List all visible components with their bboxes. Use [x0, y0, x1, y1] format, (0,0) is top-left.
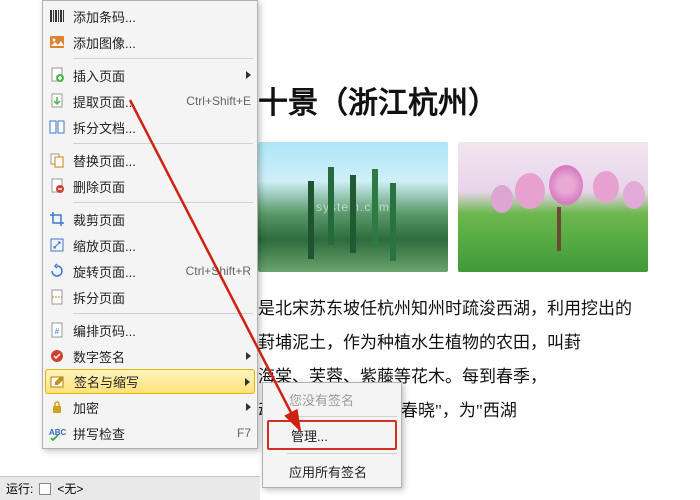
menu-split-page[interactable]: 拆分页面	[43, 284, 257, 310]
menu-label: 添加条码...	[73, 7, 251, 26]
submenu-apply-all[interactable]: 应用所有签名	[263, 457, 401, 485]
menu-add-barcode[interactable]: 添加条码...	[43, 3, 257, 29]
menu-extract-page[interactable]: 提取页面... Ctrl+Shift+E	[43, 88, 257, 114]
menu-replace-page[interactable]: 替换页面...	[43, 147, 257, 173]
menu-add-image[interactable]: 添加图像...	[43, 29, 257, 55]
delete-page-icon	[47, 176, 67, 196]
menu-separator	[287, 416, 397, 417]
photo-lake: system.com	[258, 142, 448, 272]
signature-icon	[48, 372, 68, 392]
status-run-label: 运行:	[6, 480, 33, 497]
scale-page-icon	[47, 235, 67, 255]
menu-label: 添加图像...	[73, 33, 251, 52]
extract-page-icon	[47, 91, 67, 111]
menu-label: 提取页面...	[73, 92, 178, 111]
menu-label: 拆分文档...	[73, 118, 251, 137]
signature-submenu: 您没有签名 管理... 应用所有签名	[262, 382, 402, 488]
menu-label: 签名与缩写	[74, 372, 239, 391]
menu-label: 加密	[73, 398, 240, 417]
digital-sign-icon	[47, 346, 67, 366]
split-doc-icon	[47, 117, 67, 137]
encrypt-icon	[47, 397, 67, 417]
photo-blossom	[458, 142, 648, 272]
menu-label: 裁剪页面	[73, 210, 251, 229]
page-title: 十景（浙江杭州）	[258, 78, 700, 122]
menu-page-number[interactable]: # 编排页码...	[43, 317, 257, 343]
menu-separator	[287, 453, 397, 454]
barcode-icon	[47, 6, 67, 26]
menu-shortcut: Ctrl+Shift+E	[186, 94, 251, 108]
context-menu: 添加条码... 添加图像... 插入页面 提取页面... Ctrl+Shift+…	[42, 0, 258, 449]
menu-separator	[73, 202, 253, 203]
submenu-arrow-icon	[246, 403, 251, 411]
page-number-icon: #	[47, 320, 67, 340]
menu-spellcheck[interactable]: ABC 拼写检查 F7	[43, 420, 257, 446]
replace-page-icon	[47, 150, 67, 170]
menu-label: 数字签名	[73, 347, 240, 366]
menu-signature[interactable]: 签名与缩写	[45, 369, 255, 394]
menu-encrypt[interactable]: 加密	[43, 394, 257, 420]
menu-shortcut: Ctrl+Shift+R	[186, 264, 251, 278]
body-line: 是北宋苏东坡任杭州知州时疏浚西湖，利用挖出的	[258, 292, 700, 326]
status-bar: 运行: <无>	[0, 476, 260, 500]
image-row: system.com	[258, 142, 700, 272]
menu-label: 编排页码...	[73, 321, 251, 340]
menu-rotate-page[interactable]: 旋转页面... Ctrl+Shift+R	[43, 258, 257, 284]
svg-text:#: #	[55, 327, 60, 336]
menu-separator	[73, 58, 253, 59]
spellcheck-icon: ABC	[47, 423, 67, 443]
submenu-arrow-icon	[246, 352, 251, 360]
menu-shortcut: F7	[237, 426, 251, 440]
menu-label: 插入页面	[73, 66, 240, 85]
body-line: 葑埔泥土，作为种植水生植物的农田，叫葑	[258, 326, 700, 360]
menu-label: 拼写检查	[73, 424, 229, 443]
menu-label: 旋转页面...	[73, 262, 178, 281]
insert-page-icon	[47, 65, 67, 85]
submenu-arrow-icon	[245, 378, 250, 386]
menu-label: 替换页面...	[73, 151, 251, 170]
split-page-icon	[47, 287, 67, 307]
menu-insert-page[interactable]: 插入页面	[43, 62, 257, 88]
menu-digital-sign[interactable]: 数字签名	[43, 343, 257, 369]
watermark-text: system.com	[316, 200, 390, 214]
menu-separator	[73, 313, 253, 314]
submenu-arrow-icon	[246, 71, 251, 79]
menu-label: 删除页面	[73, 177, 251, 196]
menu-label: 拆分页面	[73, 288, 251, 307]
crop-page-icon	[47, 209, 67, 229]
menu-crop-page[interactable]: 裁剪页面	[43, 206, 257, 232]
menu-separator	[73, 143, 253, 144]
menu-delete-page[interactable]: 删除页面	[43, 173, 257, 199]
submenu-no-signature: 您没有签名	[263, 385, 401, 413]
image-icon	[47, 32, 67, 52]
submenu-manage[interactable]: 管理...	[267, 420, 397, 450]
menu-label: 缩放页面...	[73, 236, 251, 255]
rotate-page-icon	[47, 261, 67, 281]
status-value: <无>	[57, 480, 83, 497]
menu-split-doc[interactable]: 拆分文档...	[43, 114, 257, 140]
menu-scale-page[interactable]: 缩放页面...	[43, 232, 257, 258]
status-checkbox[interactable]	[39, 483, 51, 495]
